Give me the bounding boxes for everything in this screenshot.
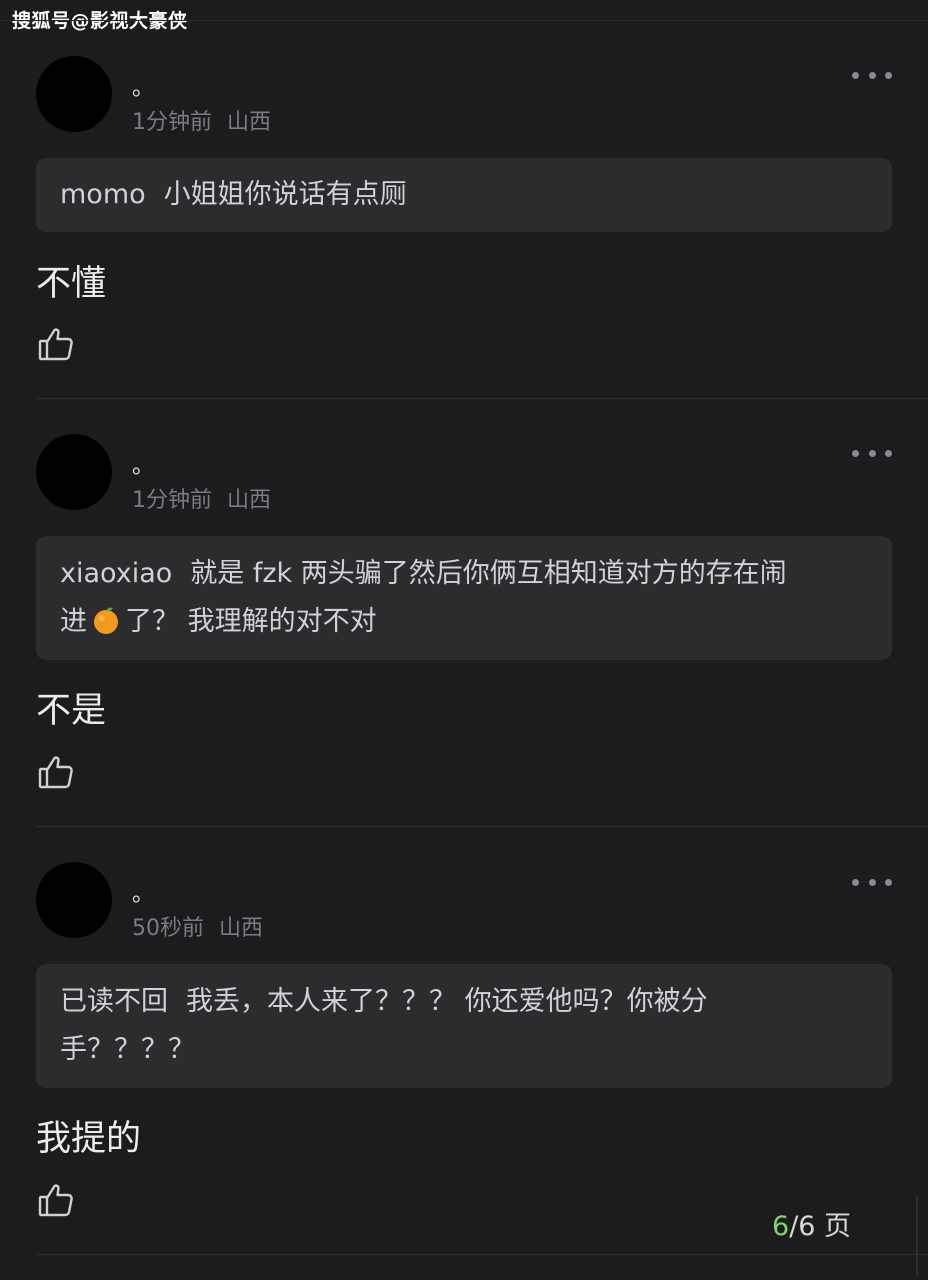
dot-icon	[885, 878, 892, 886]
current-page: 6	[772, 1211, 790, 1242]
quoted-line-1: xiaoxiao 就是 fzk 两头骗了然后你俩互相知道对方的存在闹	[60, 550, 868, 598]
thumbs-up-icon	[38, 756, 73, 789]
comment-time: 50秒前	[132, 916, 204, 941]
username[interactable]: 。	[132, 70, 154, 102]
more-options-button[interactable]	[852, 69, 892, 81]
dot-icon	[868, 878, 876, 886]
comment-meta: 1分钟前 山西	[132, 104, 271, 136]
quoted-text: 就是 fzk 两头骗了然后你俩互相知道对方的存在闹	[190, 558, 787, 589]
more-options-button[interactable]	[852, 876, 892, 888]
dot-icon	[852, 71, 859, 79]
quoted-text: 我丢，本人来了？？？ 你还爱他吗？你被分	[186, 986, 708, 1017]
reply-text: 不是	[36, 691, 107, 731]
page-indicator[interactable]: 6/6 页	[772, 1204, 851, 1243]
quoted-text: 小姐姐你说话有点厕	[163, 179, 407, 210]
avatar[interactable]	[36, 56, 112, 132]
dot-icon	[852, 449, 859, 457]
dot-icon	[868, 71, 876, 79]
dot-icon	[885, 71, 892, 79]
quoted-comment[interactable]: xiaoxiao 就是 fzk 两头骗了然后你俩互相知道对方的存在闹 进 了？ 我…	[36, 536, 892, 660]
comment-location: 山西	[227, 488, 272, 513]
quoted-user: xiaoxiao	[60, 558, 173, 589]
quoted-line-1: 已读不回 我丢，本人来了？？？ 你还爱他吗？你被分	[60, 978, 868, 1026]
quoted-comment[interactable]: momo 小姐姐你说话有点厕	[36, 158, 892, 232]
quoted-line-2: 手？？？？	[60, 1026, 868, 1074]
orange-emoji-icon	[94, 607, 118, 634]
comment-divider	[36, 826, 928, 827]
total-pages: /6 页	[789, 1211, 852, 1242]
username[interactable]: 。	[132, 876, 154, 908]
reply-text: 不懂	[36, 264, 107, 304]
more-options-button[interactable]	[852, 447, 892, 459]
dot-icon	[868, 449, 876, 457]
avatar[interactable]	[36, 862, 112, 938]
quoted-text: 了？ 我理解的对不对	[125, 606, 377, 637]
avatar[interactable]	[36, 434, 112, 510]
comment-page: 搜狐号@影视大豪侠 。 1分钟前 山西 momo小姐姐你说话有点厕 不懂 。	[0, 0, 928, 1280]
quoted-line-2: 进 了？ 我理解的对不对	[60, 598, 868, 646]
comment-location: 山西	[227, 110, 272, 135]
reply-text: 我提的	[36, 1119, 142, 1159]
comment-location: 山西	[219, 916, 264, 941]
quoted-user: momo	[60, 179, 146, 210]
top-divider	[0, 20, 928, 21]
quoted-comment[interactable]: 已读不回 我丢，本人来了？？？ 你还爱他吗？你被分 手？？？？	[36, 964, 892, 1088]
quoted-text: 进	[60, 606, 87, 637]
quoted-text: 手？？？？	[60, 1034, 195, 1065]
like-button[interactable]	[38, 754, 74, 790]
like-button[interactable]	[38, 326, 74, 362]
dot-icon	[852, 878, 859, 886]
thumbs-up-icon	[38, 328, 73, 361]
dot-icon	[885, 449, 892, 457]
comment-time: 1分钟前	[132, 110, 212, 135]
comment-time: 1分钟前	[132, 488, 212, 513]
scrollbar[interactable]	[916, 1195, 918, 1275]
username[interactable]: 。	[132, 448, 154, 480]
comment-divider	[36, 1254, 928, 1255]
comment-divider	[36, 398, 928, 399]
comment-meta: 1分钟前 山西	[132, 482, 271, 514]
thumbs-up-icon	[38, 1184, 73, 1217]
like-button[interactable]	[38, 1182, 74, 1218]
comment-meta: 50秒前 山西	[132, 910, 263, 942]
quoted-user: 已读不回	[60, 986, 168, 1017]
